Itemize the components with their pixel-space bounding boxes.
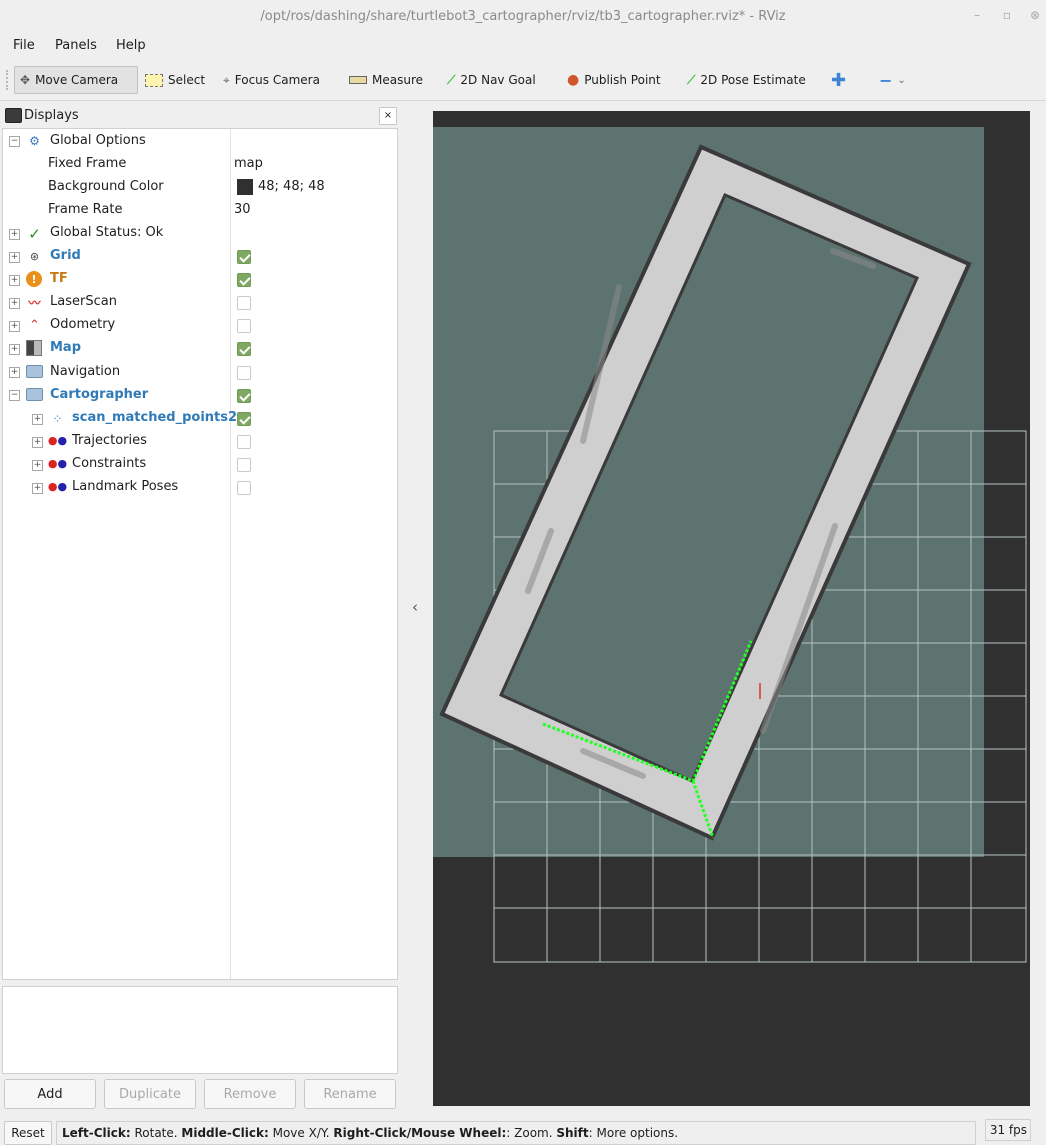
map-checkbox[interactable] (237, 342, 251, 356)
minimize-icon[interactable]: – (970, 8, 984, 22)
frame-rate-value[interactable]: 30 (234, 202, 251, 217)
toolbar-grip[interactable] (6, 70, 11, 90)
add-button[interactable]: Add (4, 1079, 96, 1109)
odometry-label[interactable]: Odometry (50, 317, 115, 332)
nav-goal-button[interactable]: ⟋ 2D Nav Goal (442, 66, 548, 94)
map-label[interactable]: Map (50, 340, 81, 355)
move-camera-icon: ✥ (20, 73, 31, 87)
grid-label[interactable]: Grid (50, 248, 81, 263)
expand-toggle[interactable]: + (9, 367, 20, 378)
grid-icon: ⊛ (29, 250, 40, 263)
gear-icon: ⚙ (29, 133, 40, 148)
laserscan-icon: 〰 (28, 296, 41, 310)
monitor-icon (5, 108, 22, 123)
remove-button[interactable]: Remove (204, 1079, 296, 1109)
publish-point-button[interactable]: ● Publish Point (562, 66, 670, 94)
scan-matched-points-checkbox[interactable] (237, 412, 251, 426)
move-camera-button[interactable]: ✥ Move Camera (14, 66, 138, 94)
odometry-checkbox[interactable] (237, 319, 251, 333)
description-box (2, 986, 398, 1074)
collapse-toggle[interactable]: − (9, 390, 20, 401)
green-arrow-icon: ⟋ (687, 72, 696, 87)
fixed-frame-label: Fixed Frame (48, 156, 127, 171)
expand-toggle[interactable]: + (32, 437, 43, 448)
grid-checkbox[interactable] (237, 250, 251, 264)
color-swatch[interactable] (237, 179, 253, 195)
laserscan-label[interactable]: LaserScan (50, 294, 117, 309)
odometry-icon: ⌃ (29, 318, 40, 333)
rename-button[interactable]: Rename (304, 1079, 396, 1109)
status-message: Left-Click: Rotate. Middle-Click: Move X… (56, 1121, 976, 1145)
expand-toggle[interactable]: + (32, 460, 43, 471)
markers-icon: ● ● (47, 434, 68, 447)
select-icon (145, 73, 163, 87)
measure-button[interactable]: Measure (344, 66, 428, 94)
scan-matched-points-label[interactable]: scan_matched_points2 (72, 410, 237, 425)
column-divider (230, 129, 231, 979)
menu-help[interactable]: Help (116, 38, 146, 53)
pointcloud-icon: ⁘ (52, 411, 63, 426)
markers-icon: ● ● (47, 480, 68, 493)
cartographer-label[interactable]: Cartographer (50, 387, 148, 402)
maximize-icon[interactable]: ▫ (1000, 8, 1014, 22)
tf-label[interactable]: TF (50, 271, 68, 286)
trajectories-label[interactable]: Trajectories (72, 433, 147, 448)
plus-icon: ✚ (831, 69, 847, 91)
folder-icon (26, 388, 43, 401)
folder-icon (26, 365, 43, 378)
navigation-label[interactable]: Navigation (50, 364, 120, 379)
close-icon[interactable]: × (379, 107, 397, 125)
green-arrow-icon: ⟋ (447, 72, 456, 87)
constraints-checkbox[interactable] (237, 458, 251, 472)
duplicate-button[interactable]: Duplicate (104, 1079, 196, 1109)
map-icon (26, 340, 42, 356)
cartographer-checkbox[interactable] (237, 389, 251, 403)
map-pin-icon: ● (567, 72, 580, 88)
landmark-poses-checkbox[interactable] (237, 481, 251, 495)
remove-tool-button[interactable]: − ⌄ (874, 66, 922, 94)
global-status-label[interactable]: Global Status: Ok (50, 225, 163, 240)
fixed-frame-value[interactable]: map (234, 156, 263, 171)
collapse-toggle[interactable]: − (9, 136, 20, 147)
reset-button[interactable]: Reset (4, 1121, 52, 1145)
laserscan-checkbox[interactable] (237, 296, 251, 310)
expand-toggle[interactable]: + (9, 229, 20, 240)
background-color-label: Background Color (48, 179, 164, 194)
checkmark-icon: ✓ (28, 224, 41, 243)
focus-camera-icon: ⌖ (223, 72, 230, 87)
constraints-label[interactable]: Constraints (72, 456, 146, 471)
warning-icon: ! (26, 271, 42, 287)
landmark-poses-label[interactable]: Landmark Poses (72, 479, 178, 494)
minus-icon: − (879, 70, 893, 90)
close-window-icon[interactable]: ⊗ (1028, 8, 1042, 22)
expand-toggle[interactable]: + (32, 483, 43, 494)
frame-rate-label: Frame Rate (48, 202, 123, 217)
tf-checkbox[interactable] (237, 273, 251, 287)
ruler-icon (349, 76, 367, 84)
menu-panels[interactable]: Panels (55, 38, 97, 53)
expand-toggle[interactable]: + (32, 414, 43, 425)
expand-toggle[interactable]: + (9, 252, 20, 263)
menu-file[interactable]: File (13, 38, 35, 53)
window-title: /opt/ros/dashing/share/turtlebot3_cartog… (260, 9, 786, 24)
map-scene (433, 127, 1027, 963)
markers-icon: ● ● (47, 457, 68, 470)
expand-toggle[interactable]: + (9, 321, 20, 332)
navigation-checkbox[interactable] (237, 366, 251, 380)
add-tool-button[interactable]: ✚ (826, 66, 854, 94)
fps-counter: 31 fps (985, 1119, 1031, 1141)
background-color-value[interactable]: 48; 48; 48 (258, 179, 325, 194)
expand-toggle[interactable]: + (9, 275, 20, 286)
global-options-label[interactable]: Global Options (50, 133, 146, 148)
focus-camera-button[interactable]: ⌖ Focus Camera (218, 66, 334, 94)
displays-title: Displays (24, 108, 79, 123)
pose-estimate-button[interactable]: ⟋ 2D Pose Estimate (682, 66, 814, 94)
chevron-left-icon[interactable]: ‹ (408, 598, 422, 618)
trajectories-checkbox[interactable] (237, 435, 251, 449)
select-button[interactable]: Select (140, 66, 212, 94)
expand-toggle[interactable]: + (9, 298, 20, 309)
expand-toggle[interactable]: + (9, 344, 20, 355)
chevron-down-icon: ⌄ (897, 74, 906, 86)
render-viewport[interactable] (433, 111, 1030, 1106)
